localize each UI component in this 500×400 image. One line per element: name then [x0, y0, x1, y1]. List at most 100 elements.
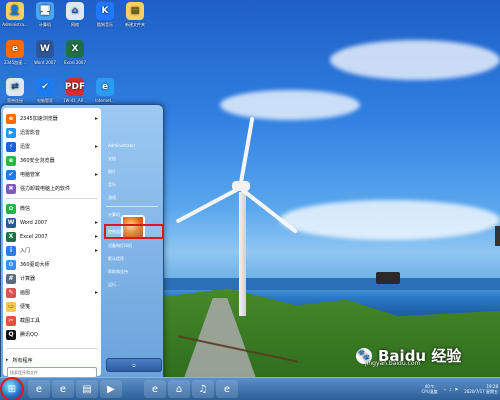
uninstall-icon: ✖ [6, 183, 16, 194]
start-right-item-devices-printers[interactable]: 设备和打印机 [106, 240, 162, 251]
desktop-icon-label: Administra... [2, 22, 28, 27]
qqmusic-icon: ♫ [198, 383, 208, 395]
desktop-icon-computer[interactable]: 🖥 计算机 [30, 2, 60, 28]
volume-icon[interactable]: ♪ [449, 387, 452, 392]
shield-icon: ✔ [6, 169, 16, 180]
start-right-item-control-panel[interactable]: 控制面板 [104, 224, 164, 239]
start-right-item-label: 图片 [108, 168, 116, 174]
system-tray: 40℃ CPU温度 ⌁ ♪ ⚑ 19:28 2020/7/17 星期五 [422, 380, 499, 398]
folder-user-icon: 👤 [6, 2, 24, 20]
start-item-label: 微信 [20, 206, 31, 212]
start-right-item-help-support[interactable]: 帮助和支持 [106, 266, 162, 277]
start-item-label: 入门 [20, 248, 31, 254]
video-icon: ▶ [6, 127, 16, 138]
chevron-right-icon: ▸ [94, 115, 98, 122]
desktop-icon-new-folder[interactable]: ▤ 新建文件夹 [120, 2, 150, 28]
desktop-icon-excel[interactable]: X Excel 2007 [60, 40, 90, 65]
start-item-label: 腾讯QQ [20, 332, 38, 338]
start-item-excel[interactable]: X Excel 2007 ▸ [6, 230, 98, 243]
start-item-snipping-tool[interactable]: ✂ 截图工具 [6, 314, 98, 327]
start-right-item-games[interactable]: 游戏 [106, 192, 162, 203]
flag-icon[interactable]: ⚑ [455, 387, 459, 392]
chevron-right-icon: ▸ [94, 247, 98, 254]
desktop-icon-kugou[interactable]: K 酷狗音乐 [90, 2, 120, 28]
taskbar-button-qqmusic[interactable]: ♫ [192, 380, 214, 398]
taskbar-button-media-player[interactable]: ▶ [100, 380, 122, 398]
taskbar-button-browser[interactable]: e [144, 380, 166, 398]
desktop-icon-pc-manager[interactable]: ✔ 电脑管家 [30, 78, 60, 104]
taskbar-button-ie[interactable]: e [28, 380, 50, 398]
start-item-xunlei[interactable]: ⚡ 迅雷 ▸ [6, 140, 98, 153]
start-item-label: 360安全浏览器 [20, 158, 55, 164]
taskbar-button-folder[interactable]: ▤ [76, 380, 98, 398]
start-item-qq[interactable]: Q 腾讯QQ [6, 328, 98, 341]
thunder-icon: ⚡ [6, 141, 16, 152]
desktop-icon-internet-explorer[interactable]: e Internet... [90, 78, 120, 103]
start-item-360-browser[interactable]: e 360安全浏览器 [6, 154, 98, 167]
snipping-icon: ✂ [6, 315, 16, 326]
cpu-temp-label: CPU温度 [421, 389, 438, 394]
start-right-item-computer[interactable]: 计算机 [106, 209, 162, 220]
chevron-right-icon: ▸ [6, 357, 9, 363]
shutdown-button[interactable]: ⏻ [106, 358, 162, 372]
start-right-item-documents[interactable]: 文档 [106, 153, 162, 164]
start-item-paint[interactable]: ✎ 画图 ▸ [6, 286, 98, 299]
all-programs[interactable]: ▸ 所有程序 [6, 355, 98, 365]
wind-turbine-hub [232, 181, 250, 191]
start-item-label: 迅雷影音 [20, 130, 41, 136]
side-handle[interactable] [495, 226, 500, 246]
desktop-icon-pdf[interactable]: PDF 1W-41_AR... [60, 78, 90, 103]
taskbar-button-360[interactable]: e [216, 380, 238, 398]
start-item-label: 迅雷 [20, 144, 31, 150]
desktop-icon-2345[interactable]: e 2345加速... [0, 40, 30, 66]
desktop-icon-network[interactable]: ⌂ 网络 [60, 2, 90, 28]
clock[interactable]: 19:28 2020/7/17 星期五 [464, 384, 498, 394]
calculator-icon: # [6, 273, 16, 284]
start-right-item-music[interactable]: 音乐 [106, 179, 162, 190]
taskbar-button-network[interactable]: ⌂ [168, 380, 190, 398]
paint-icon: ✎ [6, 287, 16, 298]
network-tray-icon[interactable]: ⌁ [444, 387, 446, 392]
360-browser-icon: e [6, 155, 16, 166]
desktop-icon-administrator[interactable]: 👤 Administra... [0, 2, 30, 27]
computer-icon: 🖥 [36, 2, 54, 20]
start-item-label: 截图工具 [20, 318, 41, 324]
desktop-icon-label: Internet... [95, 98, 115, 103]
start-item-word[interactable]: W Word 2007 ▸ [6, 216, 98, 229]
cpu-temp[interactable]: 40℃ CPU温度 [422, 384, 438, 394]
getting-started-icon: i [6, 245, 16, 256]
search-input[interactable] [8, 368, 96, 377]
start-item-getting-started[interactable]: i 入门 ▸ [6, 244, 98, 257]
start-item-uninstall[interactable]: ✖ 强力卸载电脑上的软件 [6, 182, 98, 195]
start-right-item-label: 音乐 [108, 181, 116, 187]
chevron-right-icon: ▸ [94, 289, 98, 296]
ie-icon: e [96, 78, 114, 96]
start-item-wechat[interactable]: ✿ 微信 [6, 202, 98, 215]
start-right-separator [106, 206, 158, 207]
ie-icon: e [35, 383, 43, 395]
start-item-driver-master[interactable]: ⚙ 360驱动大师 [6, 258, 98, 271]
start-right-item-pictures[interactable]: 图片 [106, 166, 162, 177]
start-right-item-run[interactable]: 运行... [106, 279, 162, 290]
desktop-icon-label: 1W-41_AR... [62, 98, 88, 103]
start-button[interactable]: ⊞ [0, 377, 24, 400]
start-right-item-default-programs[interactable]: 默认程序 [106, 253, 162, 264]
start-item-pc-manager[interactable]: ✔ 电脑管家 ▸ [6, 168, 98, 181]
start-menu-pinned-list: e 2345加速浏览器 ▸ ▶ 迅雷影音 ⚡ 迅雷 ▸ e 360安全浏览器 ✔… [3, 108, 101, 356]
start-right-item-administrator[interactable]: Administrator [106, 140, 162, 151]
windows-logo-icon: ⊞ [7, 383, 17, 395]
start-item-xunlei-video[interactable]: ▶ 迅雷影音 [6, 126, 98, 139]
start-item-sticky-notes[interactable]: ▭ 便笺 [6, 300, 98, 313]
network-icon: ⌂ [175, 383, 183, 395]
start-right-item-label: Administrator [108, 143, 136, 148]
taskbar-button-ie-2[interactable]: e [52, 380, 74, 398]
start-item-calculator[interactable]: # 计算器 [6, 272, 98, 285]
start-menu-separator [6, 198, 98, 199]
desktop-icon-word[interactable]: W Word 2007 [30, 40, 60, 65]
start-item-2345-browser[interactable]: e 2345加速浏览器 ▸ [6, 112, 98, 125]
floating-widget[interactable] [376, 272, 400, 284]
start-right-item-label: 控制面板 [108, 228, 124, 234]
start-menu-left-pane: e 2345加速浏览器 ▸ ▶ 迅雷影音 ⚡ 迅雷 ▸ e 360安全浏览器 ✔… [3, 108, 101, 378]
desktop-icon-broadband[interactable]: ⇄ 宽带连接 [0, 78, 30, 104]
start-right-item-label: 默认程序 [108, 255, 124, 261]
